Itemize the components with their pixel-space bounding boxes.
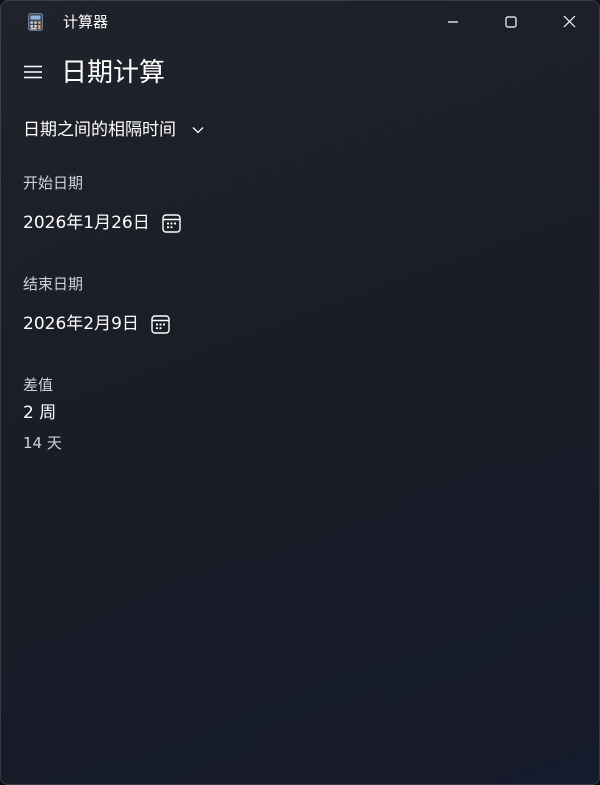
calendar-icon (151, 314, 170, 334)
page-title: 日期计算 (61, 58, 166, 88)
difference-weeks: 2 周 (23, 403, 57, 423)
close-icon (563, 13, 576, 32)
end-date-label: 结束日期 (23, 275, 84, 293)
close-button[interactable] (540, 1, 598, 43)
start-date-value: 2026年1月26日 (23, 213, 150, 233)
maximize-icon (505, 13, 517, 32)
calculation-mode-dropdown[interactable]: 日期之间的相隔时间 (23, 117, 204, 143)
calendar-icon (162, 213, 181, 233)
hamburger-menu-icon (24, 64, 42, 83)
maximize-button[interactable] (482, 1, 540, 43)
end-date-value: 2026年2月9日 (23, 314, 139, 334)
difference-label: 差值 (23, 376, 54, 394)
start-date-picker[interactable]: 2026年1月26日 (23, 210, 181, 236)
difference-days: 14 天 (23, 434, 62, 452)
end-date-picker[interactable]: 2026年2月9日 (23, 311, 170, 337)
start-date-label: 开始日期 (23, 174, 84, 192)
calculator-window: 计算器 日期计算 日期之间的相隔时间 开始日期 2026年1月26日 结束日期 … (0, 0, 600, 785)
navigation-menu-button[interactable] (15, 57, 51, 89)
title-bar[interactable]: 计算器 (1, 1, 599, 43)
app-title: 计算器 (63, 13, 109, 31)
minimize-button[interactable] (424, 1, 482, 43)
calculator-icon (28, 13, 43, 31)
calculation-mode-label: 日期之间的相隔时间 (23, 120, 176, 140)
minimize-icon (447, 13, 459, 32)
chevron-down-icon (192, 126, 204, 134)
